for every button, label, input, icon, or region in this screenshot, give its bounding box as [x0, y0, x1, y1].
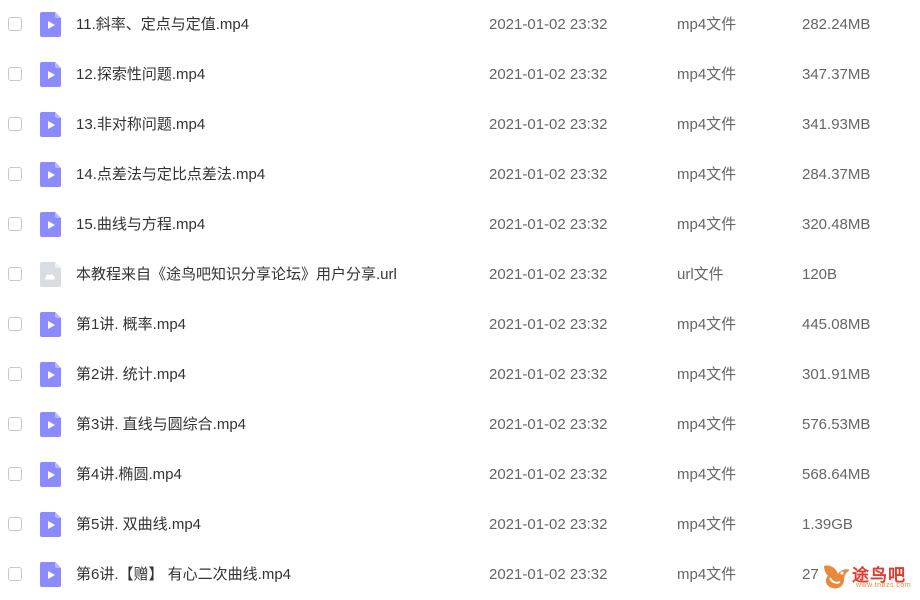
file-name[interactable]: 第1讲. 概率.mp4	[76, 315, 186, 335]
file-row[interactable]: 13.非对称问题.mp4 2021-01-02 23:32 mp4文件 341.93M…	[0, 100, 920, 150]
video-file-icon	[40, 362, 61, 387]
file-size: 576.53MB	[802, 416, 871, 433]
file-row[interactable]: 第2讲. 统计.mp4 2021-01-02 23:32 mp4文件 301.91MB	[0, 350, 920, 400]
file-date: 2021-01-02 23:32	[489, 116, 608, 133]
file-type: mp4文件	[677, 566, 737, 583]
watermark: 途鸟吧 www.tnbzs.com	[818, 558, 918, 595]
file-date: 2021-01-02 23:32	[489, 266, 608, 283]
file-row[interactable]: 第5讲. 双曲线.mp4 2021-01-02 23:32 mp4文件 1.39GB	[0, 500, 920, 550]
video-file-icon	[40, 562, 61, 587]
file-name[interactable]: 14.点差法与定比点差法.mp4	[76, 165, 265, 185]
row-checkbox[interactable]	[8, 217, 22, 231]
video-file-icon	[40, 412, 61, 437]
file-name[interactable]: 12.探索性问题.mp4	[76, 65, 205, 85]
file-date: 2021-01-02 23:32	[489, 216, 608, 233]
file-row[interactable]: 11.斜率、定点与定值.mp4 2021-01-02 23:32 mp4文件 282.…	[0, 0, 920, 50]
video-file-icon	[40, 312, 61, 337]
file-name[interactable]: 第5讲. 双曲线.mp4	[76, 515, 201, 535]
row-checkbox[interactable]	[8, 267, 22, 281]
file-row[interactable]: 12.探索性问题.mp4 2021-01-02 23:32 mp4文件 347.37M…	[0, 50, 920, 100]
file-name[interactable]: 13.非对称问题.mp4	[76, 115, 205, 135]
file-size: 341.93MB	[802, 116, 871, 133]
file-name[interactable]: 第3讲. 直线与圆综合.mp4	[76, 415, 246, 435]
file-date: 2021-01-02 23:32	[489, 316, 608, 333]
video-file-icon	[40, 462, 61, 487]
file-type: mp4文件	[677, 16, 737, 33]
file-date: 2021-01-02 23:32	[489, 16, 608, 33]
video-file-icon	[40, 512, 61, 537]
file-row[interactable]: 第4讲.椭圆.mp4 2021-01-02 23:32 mp4文件 568.64MB	[0, 450, 920, 500]
file-type: mp4文件	[677, 66, 737, 83]
file-date: 2021-01-02 23:32	[489, 66, 608, 83]
file-row[interactable]: 14.点差法与定比点差法.mp4 2021-01-02 23:32 mp4文件 284…	[0, 150, 920, 200]
file-name[interactable]: 第4讲.椭圆.mp4	[76, 465, 182, 485]
file-row[interactable]: 第1讲. 概率.mp4 2021-01-02 23:32 mp4文件 445.08MB	[0, 300, 920, 350]
file-row[interactable]: 第3讲. 直线与圆综合.mp4 2021-01-02 23:32 mp4文件 576.…	[0, 400, 920, 450]
video-file-icon	[40, 212, 61, 237]
file-type: url文件	[677, 266, 724, 283]
file-size: 320.48MB	[802, 216, 871, 233]
video-file-icon	[40, 162, 61, 187]
file-name[interactable]: 第6讲.【赠】 有心二次曲线.mp4	[76, 565, 291, 585]
file-date: 2021-01-02 23:32	[489, 166, 608, 183]
file-type: mp4文件	[677, 466, 737, 483]
file-size: 1.39GB	[802, 516, 853, 533]
row-checkbox[interactable]	[8, 517, 22, 531]
link-file-icon	[40, 262, 61, 287]
file-name[interactable]: 15.曲线与方程.mp4	[76, 215, 205, 235]
file-size: 568.64MB	[802, 466, 871, 483]
row-checkbox[interactable]	[8, 117, 22, 131]
file-size: 301.91MB	[802, 366, 871, 383]
row-checkbox[interactable]	[8, 67, 22, 81]
file-size: 27	[802, 566, 819, 583]
file-size: 347.37MB	[802, 66, 871, 83]
file-size: 284.37MB	[802, 166, 871, 183]
row-checkbox[interactable]	[8, 417, 22, 431]
file-size: 120B	[802, 266, 838, 283]
file-name[interactable]: 本教程来自《途鸟吧知识分享论坛》用户分享.url	[76, 265, 397, 285]
file-type: mp4文件	[677, 366, 737, 383]
row-checkbox[interactable]	[8, 17, 22, 31]
row-checkbox[interactable]	[8, 167, 22, 181]
file-row[interactable]: 本教程来自《途鸟吧知识分享论坛》用户分享.url 2021-01-02 23:32…	[0, 250, 920, 300]
file-date: 2021-01-02 23:32	[489, 366, 608, 383]
file-row[interactable]: 15.曲线与方程.mp4 2021-01-02 23:32 mp4文件 320.48M…	[0, 200, 920, 250]
file-date: 2021-01-02 23:32	[489, 466, 608, 483]
file-list: 11.斜率、定点与定值.mp4 2021-01-02 23:32 mp4文件 282.…	[0, 0, 920, 600]
watermark-url: www.tnbzs.com	[856, 582, 912, 589]
file-type: mp4文件	[677, 516, 737, 533]
row-checkbox[interactable]	[8, 317, 22, 331]
bird-logo-icon	[824, 565, 850, 589]
file-size: 282.24MB	[802, 16, 871, 33]
file-row[interactable]: 第6讲.【赠】 有心二次曲线.mp4 2021-01-02 23:32 mp4文件 2…	[0, 550, 920, 600]
file-type: mp4文件	[677, 216, 737, 233]
file-name[interactable]: 11.斜率、定点与定值.mp4	[76, 15, 249, 35]
file-type: mp4文件	[677, 416, 737, 433]
row-checkbox[interactable]	[8, 467, 22, 481]
file-date: 2021-01-02 23:32	[489, 566, 608, 583]
file-size: 445.08MB	[802, 316, 871, 333]
file-type: mp4文件	[677, 316, 737, 333]
file-type: mp4文件	[677, 116, 737, 133]
file-date: 2021-01-02 23:32	[489, 516, 608, 533]
file-type: mp4文件	[677, 166, 737, 183]
video-file-icon	[40, 12, 61, 37]
video-file-icon	[40, 112, 61, 137]
file-name[interactable]: 第2讲. 统计.mp4	[76, 365, 186, 385]
row-checkbox[interactable]	[8, 367, 22, 381]
row-checkbox[interactable]	[8, 567, 22, 581]
file-date: 2021-01-02 23:32	[489, 416, 608, 433]
video-file-icon	[40, 62, 61, 87]
